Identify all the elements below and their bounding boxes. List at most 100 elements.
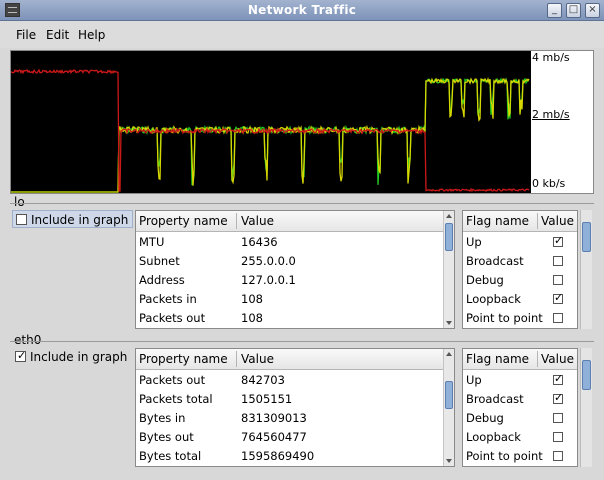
lo-flag-scrollbar[interactable] [580, 210, 592, 329]
lo-property-name-header[interactable]: Property name [139, 214, 228, 228]
lo-include-checkbox[interactable]: Include in graph [12, 210, 134, 228]
close-icon: × [588, 4, 597, 15]
eth0-flag-scrollbar[interactable] [580, 348, 592, 467]
lo-flag-table: Flag name Value Up Broadcast Debug Loopback… [462, 210, 578, 329]
property-name: Packets out [139, 373, 206, 387]
flag-name: Up [466, 373, 482, 387]
flag-name: Up [466, 235, 482, 249]
eth0-flag-value-header[interactable]: Value [541, 352, 574, 366]
flag-row[interactable]: Debug [463, 271, 577, 290]
scroll-up-icon[interactable] [446, 214, 452, 218]
maximize-button[interactable]: □ [566, 3, 581, 18]
flag-row[interactable]: Point to point [463, 447, 577, 466]
property-name: MTU [139, 235, 165, 249]
menu-edit[interactable]: Edit [46, 28, 69, 42]
scroll-thumb[interactable] [445, 381, 453, 409]
minimize-icon: _ [552, 4, 557, 15]
table-row[interactable]: MTU 16436 [136, 233, 441, 252]
minimize-button[interactable]: _ [547, 3, 562, 18]
traffic-graph-canvas [11, 51, 531, 193]
lo-flag-table-header: Flag name Value [463, 211, 577, 232]
property-value: 1595869490 [241, 449, 315, 463]
checkbox-checked-icon[interactable] [553, 391, 563, 404]
scroll-up-icon[interactable] [446, 352, 452, 356]
menu-file-label: File [16, 28, 37, 42]
property-value: 255.0.0.0 [241, 254, 296, 268]
checkbox-checked-icon[interactable] [553, 234, 563, 247]
menu-edit-label: Edit [46, 28, 70, 42]
flag-row[interactable]: Debug [463, 409, 577, 428]
checkbox-checked-icon[interactable] [553, 372, 563, 385]
table-row[interactable]: Packets out 108 [136, 309, 441, 328]
flag-row[interactable]: Up [463, 233, 577, 252]
flag-name: Loopback [466, 292, 521, 306]
table-row[interactable]: Packets out 842703 [136, 371, 441, 390]
property-value: 764560477 [241, 430, 307, 444]
lo-value-header[interactable]: Value [241, 214, 274, 228]
flag-name: Broadcast [466, 392, 524, 406]
checkbox-icon [16, 214, 27, 225]
table-row[interactable]: Packets total 1505151 [136, 390, 441, 409]
eth0-value-header[interactable]: Value [241, 352, 274, 366]
property-name: Subnet [139, 254, 180, 268]
flag-name: Debug [466, 411, 504, 425]
checkbox-unchecked-icon[interactable] [553, 313, 563, 323]
flag-row[interactable]: Loopback [463, 428, 577, 447]
eth0-property-scrollbar[interactable] [443, 349, 454, 466]
menu-help[interactable]: Help [78, 28, 105, 42]
property-value: 16436 [241, 235, 278, 249]
lo-property-table-header: Property name Value [136, 211, 454, 232]
menu-bar: File Edit Help [0, 21, 604, 48]
eth0-include-checkbox[interactable]: Include in graph [12, 348, 131, 366]
property-value: 831309013 [241, 411, 307, 425]
property-name: Packets in [139, 292, 197, 306]
menu-file[interactable]: File [16, 28, 36, 42]
flag-row[interactable]: Broadcast [463, 390, 577, 409]
checkbox-checked-icon[interactable] [553, 291, 563, 304]
property-value: 127.0.0.1 [241, 273, 296, 287]
scroll-down-icon[interactable] [446, 321, 452, 325]
checkbox-unchecked-icon[interactable] [553, 413, 563, 423]
property-name: Bytes in [139, 411, 186, 425]
table-row[interactable]: Packets in 108 [136, 290, 441, 309]
close-button[interactable]: × [585, 3, 600, 18]
lo-flag-name-header[interactable]: Flag name [466, 214, 529, 228]
eth0-property-table-header: Property name Value [136, 349, 454, 370]
table-row[interactable]: Address 127.0.0.1 [136, 271, 441, 290]
scroll-down-icon[interactable] [446, 459, 452, 463]
scroll-thumb[interactable] [582, 222, 591, 252]
flag-row[interactable]: Up [463, 371, 577, 390]
table-row[interactable]: Bytes out 764560477 [136, 428, 441, 447]
checkbox-unchecked-icon[interactable] [553, 275, 563, 285]
property-name: Packets total [139, 392, 213, 406]
eth0-include-label: Include in graph [30, 350, 128, 364]
eth0-property-table: Property name Value Packets out 842703 Pac… [135, 348, 455, 467]
checkbox-unchecked-icon[interactable] [553, 451, 563, 461]
lo-property-scrollbar[interactable] [443, 211, 454, 328]
checkbox-unchecked-icon[interactable] [553, 256, 563, 266]
lo-property-table: Property name Value MTU 16436 Subnet 255.0.… [135, 210, 455, 329]
table-row[interactable]: Subnet 255.0.0.0 [136, 252, 441, 271]
window-title: Network Traffic [247, 3, 357, 17]
scroll-thumb[interactable] [445, 223, 453, 251]
interface-lo-divider [10, 203, 594, 204]
lo-flag-value-header[interactable]: Value [541, 214, 574, 228]
flag-row[interactable]: Loopback [463, 290, 577, 309]
flag-row[interactable]: Point to point [463, 309, 577, 328]
eth0-property-name-header[interactable]: Property name [139, 352, 228, 366]
property-value: 842703 [241, 373, 285, 387]
checkbox-icon [15, 349, 26, 362]
checkbox-unchecked-icon[interactable] [553, 432, 563, 442]
scroll-thumb[interactable] [582, 360, 591, 390]
eth0-flag-name-header[interactable]: Flag name [466, 352, 529, 366]
y-label-top: 4 mb/s [532, 51, 570, 64]
table-row[interactable]: Bytes total 1595869490 [136, 447, 441, 466]
flag-row[interactable]: Broadcast [463, 252, 577, 271]
property-value: 108 [241, 292, 263, 306]
interface-lo-title: lo [14, 195, 25, 209]
property-name: Packets out [139, 311, 206, 325]
table-row[interactable]: Bytes in 831309013 [136, 409, 441, 428]
column-separator [537, 213, 538, 229]
y-label-mid: 2 mb/s [532, 108, 570, 121]
y-label-bottom: 0 kb/s [532, 177, 566, 190]
